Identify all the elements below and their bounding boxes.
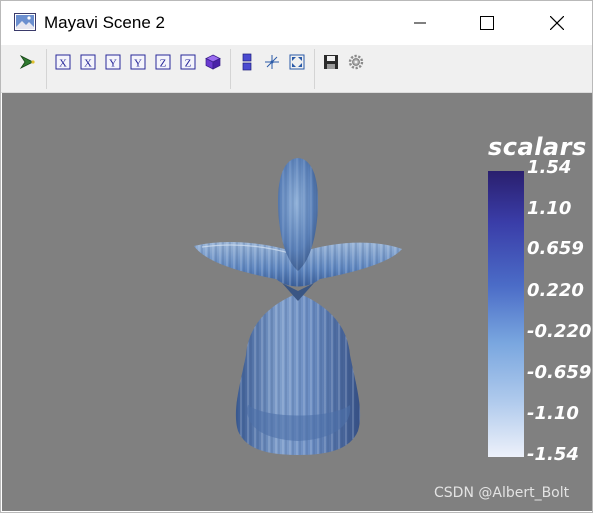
colorbar-label: 1.54: [527, 157, 572, 178]
minimize-icon: [414, 22, 426, 24]
parallel-projection-icon: [242, 53, 252, 71]
parallel-projection-button[interactable]: [237, 52, 257, 72]
mayavi-pipeline-button[interactable]: [17, 52, 37, 72]
scene-toolbar: X X Y Y Z Z: [1, 45, 592, 93]
view-z-minus-button[interactable]: Z: [178, 52, 198, 72]
colorbar-label: -1.10: [527, 403, 579, 424]
colorbar-label: -0.659: [527, 362, 592, 383]
title-bar[interactable]: Mayavi Scene 2: [1, 1, 592, 45]
colorbar-label: 0.659: [527, 238, 584, 259]
fullscreen-button[interactable]: [287, 52, 307, 72]
mayavi-scene-icon: [14, 13, 36, 31]
view-z-plus-button[interactable]: Z: [153, 52, 173, 72]
mayavi-pipeline-icon: [19, 54, 35, 70]
colorbar-label: 1.10: [527, 198, 572, 219]
maximize-icon: [480, 16, 494, 30]
maximize-button[interactable]: [464, 1, 510, 45]
minimize-button[interactable]: [397, 1, 443, 45]
colorbar-label: 0.220: [527, 280, 584, 301]
mayavi-window: Mayavi Scene 2 X X Y Y Z Z scalars 1.54 …: [0, 0, 593, 513]
close-icon: [550, 16, 564, 30]
save-button[interactable]: [321, 52, 341, 72]
save-icon: [324, 55, 338, 69]
close-button[interactable]: [534, 1, 580, 45]
settings-button[interactable]: [346, 52, 366, 72]
colorbar-label: -1.54: [527, 444, 579, 465]
view-z-minus-icon: Z: [180, 54, 196, 70]
axes-indicator-icon: [265, 55, 279, 69]
fullscreen-icon: [289, 54, 305, 70]
view-y-minus-label: Y: [134, 58, 142, 70]
view-x-plus-label: X: [59, 58, 67, 70]
view-x-minus-label: X: [84, 58, 92, 70]
view-x-plus-icon: X: [55, 54, 71, 70]
view-z-plus-label: Z: [160, 58, 167, 70]
window-title: Mayavi Scene 2: [44, 13, 165, 32]
toolbar-separator: [314, 49, 315, 89]
view-z-plus-icon: Z: [155, 54, 171, 70]
colorbar-label: -0.220: [527, 321, 592, 342]
settings-icon: [348, 54, 364, 70]
render-scene[interactable]: scalars 1.54 1.10 0.659 0.220 -0.220 -0.…: [2, 93, 592, 511]
view-y-plus-button[interactable]: Y: [103, 52, 123, 72]
view-x-minus-icon: X: [80, 54, 96, 70]
watermark: CSDN @Albert_Bolt: [434, 485, 570, 501]
view-y-plus-icon: Y: [105, 54, 121, 70]
axes-indicator-button[interactable]: [262, 52, 282, 72]
view-y-minus-icon: Y: [130, 54, 146, 70]
view-z-minus-label: Z: [185, 58, 192, 70]
view-y-minus-button[interactable]: Y: [128, 52, 148, 72]
isometric-view-icon: [205, 54, 221, 70]
colorbar-gradient: [488, 171, 524, 457]
toolbar-separator: [230, 49, 231, 89]
isometric-view-button[interactable]: [203, 52, 223, 72]
view-x-plus-button[interactable]: X: [53, 52, 73, 72]
view-x-minus-button[interactable]: X: [78, 52, 98, 72]
view-y-plus-label: Y: [109, 58, 117, 70]
toolbar-separator: [46, 49, 47, 89]
